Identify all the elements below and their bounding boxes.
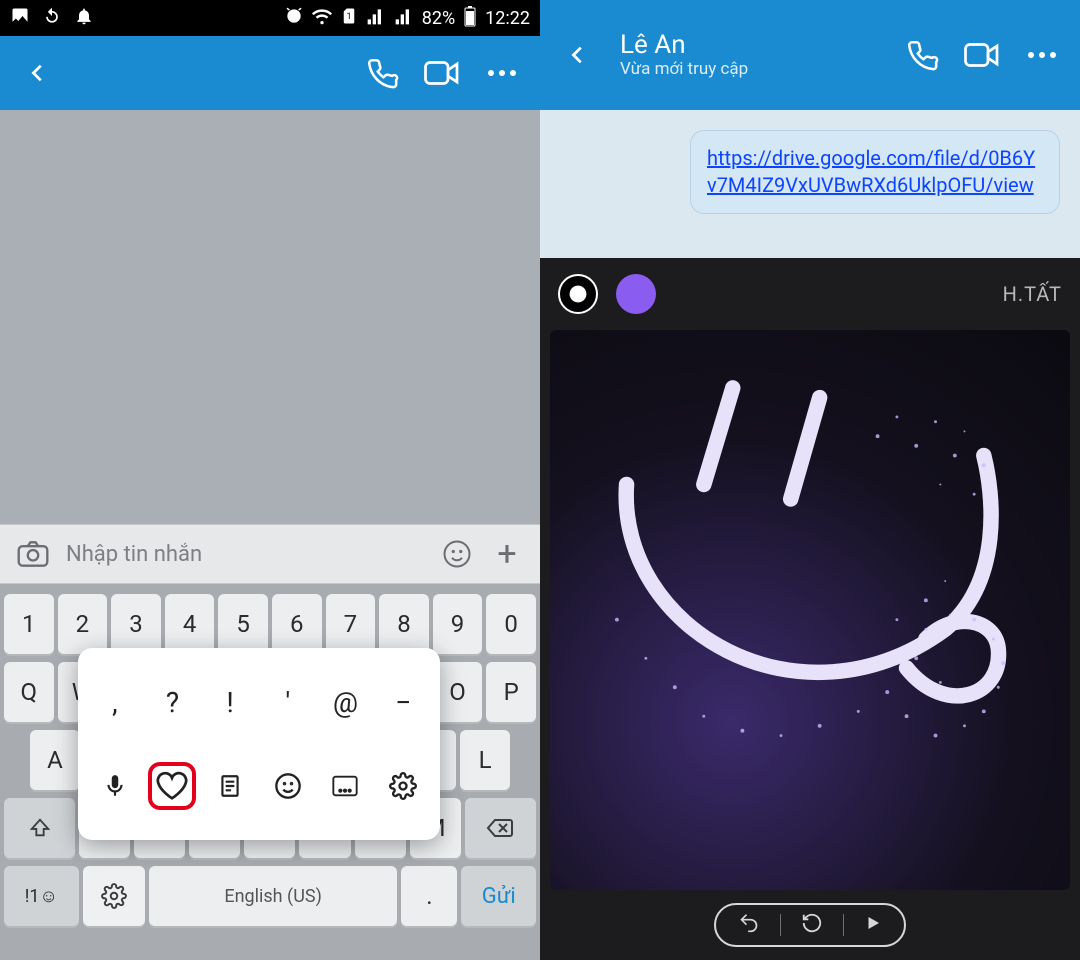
period-key[interactable]: . xyxy=(401,866,457,926)
drawing-strokes xyxy=(550,330,1070,890)
message-bubble: https://drive.google.com/file/d/0B6Yv7M4… xyxy=(690,130,1060,214)
popup-at[interactable]: @ xyxy=(321,678,369,726)
chat-title: Lê An xyxy=(620,31,880,60)
space-key[interactable]: English (US) xyxy=(149,866,398,926)
heart-icon[interactable] xyxy=(148,762,196,810)
symbols-key[interactable]: !1☺ xyxy=(4,866,79,926)
battery-text: 82% xyxy=(422,8,455,29)
kb-row-bottom: !1☺ English (US) . Gửi xyxy=(4,866,536,926)
settings-key[interactable] xyxy=(83,866,145,926)
done-button[interactable]: H.TẤT xyxy=(1003,282,1062,306)
key-o[interactable]: O xyxy=(433,662,483,722)
plus-icon[interactable]: + xyxy=(490,537,524,571)
popup-exclaim[interactable]: ! xyxy=(206,678,254,726)
key-l[interactable]: L xyxy=(460,730,510,790)
key-8[interactable]: 8 xyxy=(379,594,429,654)
gear-icon[interactable] xyxy=(379,762,427,810)
key-a[interactable]: A xyxy=(30,730,80,790)
reset-icon[interactable] xyxy=(801,912,823,938)
drawing-canvas[interactable] xyxy=(550,330,1070,890)
shift-key[interactable] xyxy=(4,798,75,858)
key-5[interactable]: 5 xyxy=(218,594,268,654)
back-button[interactable] xyxy=(20,55,56,91)
more-button[interactable] xyxy=(484,55,520,91)
right-screenshot: Lê An Vừa mới truy cập https://drive.goo… xyxy=(540,0,1080,960)
signal2-icon xyxy=(394,6,414,31)
key-q[interactable]: Q xyxy=(4,662,54,722)
left-screenshot: 1 82% 12:22 xyxy=(0,0,540,960)
key-p[interactable]: P xyxy=(486,662,536,722)
message-link[interactable]: https://drive.google.com/file/d/0B6Yv7M4… xyxy=(707,146,1035,197)
chat-subtitle: Vừa mới truy cập xyxy=(620,59,880,79)
keyboard-layout-icon[interactable] xyxy=(321,762,369,810)
play-icon[interactable] xyxy=(864,913,882,937)
key-6[interactable]: 6 xyxy=(272,594,322,654)
popup-dash[interactable]: − xyxy=(379,678,427,726)
chat-header-right: Lê An Vừa mới truy cập xyxy=(540,0,1080,110)
status-bar: 1 82% 12:22 xyxy=(0,0,540,36)
refresh-icon xyxy=(42,6,62,31)
chat-header xyxy=(0,36,540,110)
live-drawing-panel: H.TẤT xyxy=(540,258,1080,960)
color-white[interactable] xyxy=(558,274,598,314)
drawing-controls xyxy=(540,900,1080,950)
voice-call-button[interactable] xyxy=(904,37,940,73)
keyboard-popup: , ? ! ' @ − xyxy=(78,648,440,840)
smile-icon[interactable] xyxy=(440,537,474,571)
undo-icon[interactable] xyxy=(738,913,760,937)
mic-icon[interactable] xyxy=(91,762,139,810)
kb-row-numbers: 1 2 3 4 5 6 7 8 9 0 xyxy=(4,594,536,654)
key-1[interactable]: 1 xyxy=(4,594,54,654)
emoji-icon[interactable] xyxy=(264,762,312,810)
message-placeholder[interactable]: Nhập tin nhắn xyxy=(66,542,424,567)
clipboard-icon[interactable] xyxy=(206,762,254,810)
back-button[interactable] xyxy=(560,37,596,73)
voice-call-button[interactable] xyxy=(364,55,400,91)
key-3[interactable]: 3 xyxy=(111,594,161,654)
svg-text:1: 1 xyxy=(346,12,351,22)
signal-icon xyxy=(366,6,386,31)
clock-text: 12:22 xyxy=(485,8,530,29)
video-call-button[interactable] xyxy=(424,55,460,91)
key-0[interactable]: 0 xyxy=(486,594,536,654)
color-purple[interactable] xyxy=(616,274,656,314)
message-input-row: Nhập tin nhắn + xyxy=(0,524,540,584)
bell-icon xyxy=(74,6,94,31)
camera-icon[interactable] xyxy=(16,537,50,571)
key-7[interactable]: 7 xyxy=(326,594,376,654)
battery-icon xyxy=(463,5,477,32)
drawing-toolbar: H.TẤT xyxy=(540,258,1080,330)
more-button[interactable] xyxy=(1024,37,1060,73)
popup-comma[interactable]: , xyxy=(91,678,139,726)
popup-apostrophe[interactable]: ' xyxy=(264,678,312,726)
send-key[interactable]: Gửi xyxy=(461,866,536,926)
key-2[interactable]: 2 xyxy=(58,594,108,654)
key-9[interactable]: 9 xyxy=(433,594,483,654)
popup-question[interactable]: ? xyxy=(148,678,196,726)
sim-icon: 1 xyxy=(340,6,358,31)
key-4[interactable]: 4 xyxy=(165,594,215,654)
wifi-icon xyxy=(312,6,332,31)
video-call-button[interactable] xyxy=(964,37,1000,73)
alarm-icon xyxy=(284,6,304,31)
backspace-key[interactable] xyxy=(465,798,536,858)
image-icon xyxy=(10,6,30,31)
